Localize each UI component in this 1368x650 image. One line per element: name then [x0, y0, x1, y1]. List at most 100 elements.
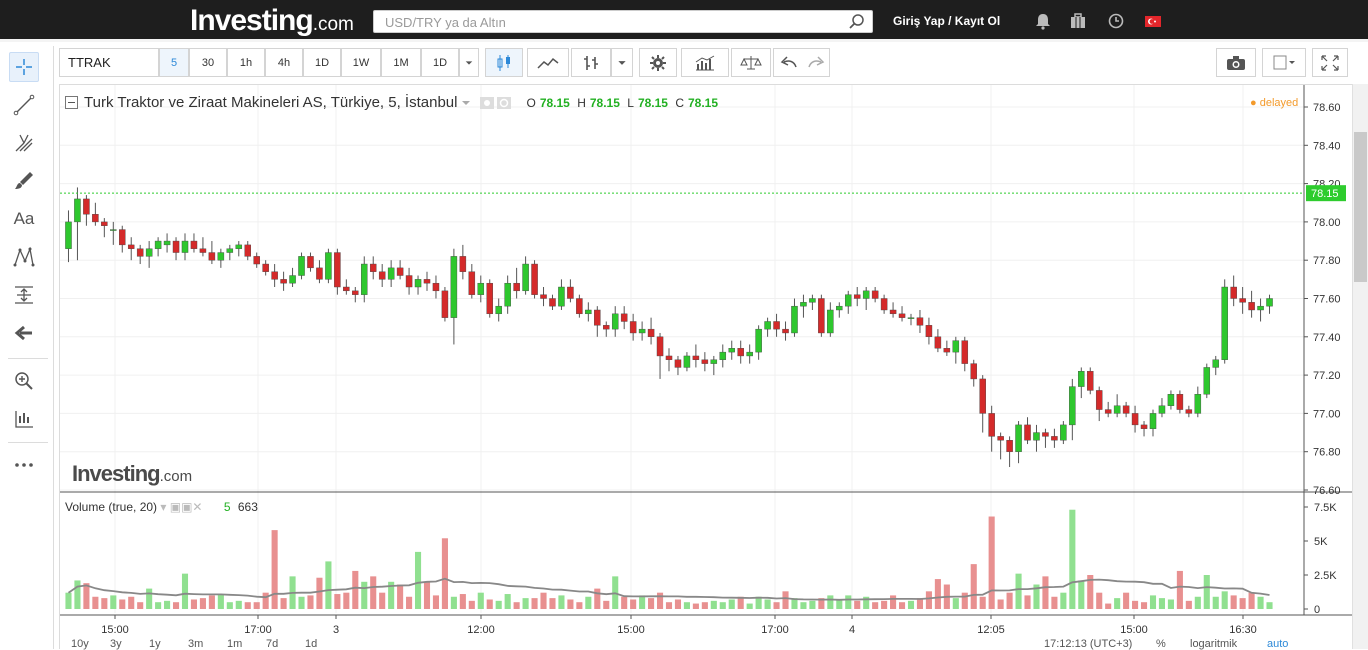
- candle-body[interactable]: [1176, 394, 1184, 410]
- volume-bar[interactable]: [1060, 592, 1067, 609]
- zoom-in-icon[interactable]: [9, 366, 39, 396]
- candle-body[interactable]: [136, 248, 144, 257]
- volume-bar[interactable]: [656, 592, 664, 609]
- volume-bar[interactable]: [164, 600, 171, 609]
- candle-body[interactable]: [683, 355, 691, 368]
- clock-icon[interactable]: [1106, 12, 1126, 30]
- candle-body[interactable]: [853, 294, 861, 299]
- candle-body[interactable]: [101, 221, 108, 226]
- volume-bar[interactable]: [423, 581, 431, 609]
- candle-body[interactable]: [773, 321, 780, 330]
- volume-bar[interactable]: [298, 596, 305, 609]
- candle-body[interactable]: [441, 290, 449, 318]
- chevron-down-icon[interactable]: [460, 98, 472, 108]
- candle-body[interactable]: [710, 359, 718, 364]
- volume-bar[interactable]: [155, 602, 162, 609]
- volume-bar[interactable]: [468, 600, 475, 609]
- more-icon[interactable]: [9, 450, 39, 480]
- volume-bar[interactable]: [137, 602, 144, 609]
- candle-body[interactable]: [1015, 424, 1022, 452]
- volume-bar[interactable]: [110, 595, 117, 609]
- candle-body[interactable]: [1221, 286, 1228, 360]
- candle-body[interactable]: [262, 263, 269, 272]
- candle-body[interactable]: [620, 313, 628, 322]
- candle-body[interactable]: [361, 263, 368, 295]
- candle-body[interactable]: [396, 267, 404, 276]
- candle-body[interactable]: [459, 256, 467, 272]
- volume-bar[interactable]: [181, 573, 189, 609]
- volume-bar[interactable]: [128, 596, 135, 609]
- volume-bar[interactable]: [549, 598, 556, 609]
- interval-button[interactable]: 4h: [265, 48, 303, 77]
- volume-bar[interactable]: [621, 596, 628, 609]
- briefcase-icon[interactable]: [1068, 12, 1088, 30]
- candle-body[interactable]: [1239, 298, 1246, 303]
- line-chart-button[interactable]: [527, 48, 569, 77]
- volume-bar[interactable]: [208, 595, 215, 609]
- candle-body[interactable]: [504, 282, 511, 307]
- volume-bar[interactable]: [988, 516, 995, 609]
- volume-bar[interactable]: [262, 592, 269, 609]
- candle-body[interactable]: [289, 275, 296, 284]
- candle-body[interactable]: [253, 256, 260, 265]
- candle-body[interactable]: [629, 321, 637, 334]
- volume-bar[interactable]: [1203, 575, 1210, 609]
- volume-bar[interactable]: [997, 599, 1004, 609]
- volume-bar[interactable]: [827, 595, 834, 609]
- volume-bar[interactable]: [1042, 576, 1049, 609]
- volume-bar[interactable]: [1123, 592, 1130, 609]
- candle-body[interactable]: [208, 252, 216, 261]
- volume-bar[interactable]: [764, 599, 771, 609]
- volume-bar[interactable]: [1096, 592, 1103, 609]
- redo-button[interactable]: [802, 48, 830, 77]
- volume-bar[interactable]: [836, 599, 843, 609]
- search-input[interactable]: USD/TRY ya da Altın: [373, 10, 873, 33]
- symbol-input[interactable]: TTRAK: [59, 48, 159, 77]
- bar-scale-icon[interactable]: [9, 404, 39, 434]
- volume-bar[interactable]: [881, 600, 888, 609]
- volume-bar[interactable]: [800, 602, 807, 609]
- volume-bar[interactable]: [370, 576, 377, 609]
- candle-body[interactable]: [468, 271, 476, 295]
- candle-body[interactable]: [387, 267, 395, 280]
- percent-toggle[interactable]: %: [1156, 638, 1166, 650]
- candle-body[interactable]: [65, 221, 72, 249]
- candle-body[interactable]: [970, 363, 977, 380]
- page-scrollbar[interactable]: [1352, 84, 1368, 649]
- volume-bar[interactable]: [325, 561, 332, 609]
- candle-body[interactable]: [522, 263, 529, 292]
- range-button[interactable]: 7d: [266, 638, 278, 650]
- candle-body[interactable]: [334, 252, 341, 288]
- volume-bar[interactable]: [639, 595, 646, 609]
- candle-body[interactable]: [585, 309, 592, 315]
- volume-bar[interactable]: [1105, 603, 1112, 609]
- candle-body[interactable]: [325, 252, 332, 280]
- volume-bar[interactable]: [1024, 595, 1031, 609]
- chart-area[interactable]: 78.60 78.40 78.20 78.00 77.80 77.60 77.40 77.20…: [59, 84, 1353, 649]
- candles-button[interactable]: [485, 48, 523, 77]
- candle-body[interactable]: [549, 298, 556, 307]
- candle-body[interactable]: [1266, 298, 1273, 307]
- volume-bar[interactable]: [1194, 596, 1201, 609]
- candle-body[interactable]: [199, 248, 207, 253]
- crosshair-icon[interactable]: [9, 52, 39, 82]
- series-settings-icons[interactable]: [480, 96, 514, 110]
- volume-bar[interactable]: [1140, 602, 1148, 609]
- candle-body[interactable]: [1078, 371, 1085, 387]
- candle-body[interactable]: [172, 240, 180, 253]
- candle-body[interactable]: [1113, 405, 1121, 414]
- volume-bar[interactable]: [352, 570, 359, 609]
- volume-bar[interactable]: [558, 595, 565, 609]
- candle-body[interactable]: [791, 305, 798, 334]
- auto-scale-toggle[interactable]: auto: [1267, 638, 1288, 650]
- volume-bar[interactable]: [235, 600, 242, 609]
- volume-bar[interactable]: [1051, 596, 1058, 609]
- volume-bar[interactable]: [970, 564, 977, 609]
- text-tool-icon[interactable]: Aa: [9, 204, 39, 234]
- candle-body[interactable]: [656, 336, 664, 357]
- candle-body[interactable]: [1087, 371, 1094, 391]
- volume-bar[interactable]: [486, 599, 493, 609]
- volume-bar[interactable]: [773, 602, 780, 609]
- candle-body[interactable]: [576, 298, 583, 315]
- candle-body[interactable]: [889, 309, 897, 315]
